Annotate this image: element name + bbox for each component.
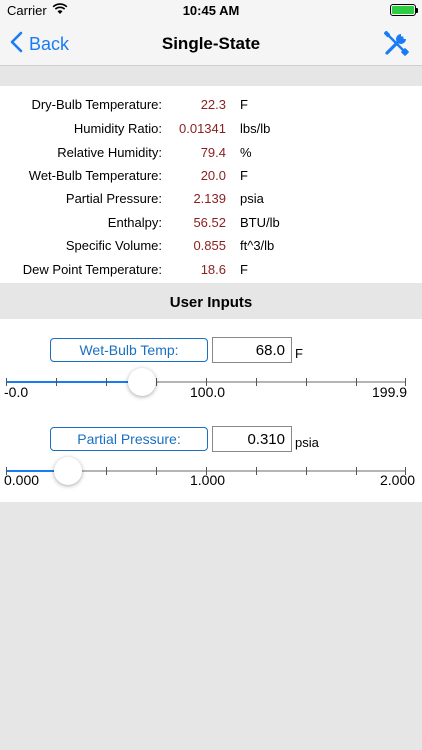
result-unit: lbs/lb (240, 121, 271, 136)
slider-tick (306, 378, 307, 386)
wet-bulb-temp-button[interactable]: Wet-Bulb Temp: (50, 338, 208, 362)
result-row: Partial Pressure: 2.139 psia (0, 188, 422, 208)
partial-pressure-unit: psia (295, 435, 319, 450)
slider-tick (106, 378, 107, 386)
wet-bulb-temp-input[interactable] (212, 337, 292, 363)
result-value: 22.3 (200, 97, 226, 112)
slider-tick (256, 378, 257, 386)
result-unit: psia (240, 191, 264, 206)
slider-fill (6, 381, 143, 383)
result-label: Humidity Ratio: (73, 121, 162, 136)
inputs-section-header: User Inputs (0, 283, 422, 319)
result-row: Specific Volume: 0.855 ft^3/lb (0, 235, 422, 255)
result-row: Relative Humidity: 79.4 % (0, 142, 422, 162)
slider-tick (156, 378, 157, 386)
result-row: Dry-Bulb Temperature: 22.3 F (0, 94, 422, 114)
tools-button[interactable] (382, 30, 410, 58)
result-unit: % (240, 145, 252, 160)
result-value: 0.855 (193, 238, 226, 253)
result-label: Partial Pressure: (65, 191, 162, 206)
battery-icon (390, 4, 418, 16)
result-label: Specific Volume: (65, 238, 162, 253)
slider-max-label: 2.000 (380, 472, 416, 488)
slider-tick (56, 378, 57, 386)
status-bar: Carrier 10:45 AM (0, 0, 422, 22)
result-label: Wet-Bulb Temperature: (28, 168, 162, 183)
result-unit: F (240, 262, 248, 277)
partial-pressure-button[interactable]: Partial Pressure: (50, 427, 208, 451)
slider-mid-label: 100.0 (190, 384, 226, 400)
status-time: 10:45 AM (182, 3, 240, 18)
slider-tick (106, 467, 107, 475)
result-value: 2.139 (193, 191, 226, 206)
result-row: Enthalpy: 56.52 BTU/lb (0, 212, 422, 232)
page-title: Single-State (161, 34, 261, 53)
wet-bulb-temp-unit: F (295, 346, 303, 361)
result-label: Enthalpy: (107, 215, 162, 230)
result-value: 0.01341 (179, 121, 226, 136)
slider-max-label: 199.9 (372, 384, 408, 400)
result-label: Dry-Bulb Temperature: (31, 97, 162, 112)
slider-tick (256, 467, 257, 475)
slider-tick (306, 467, 307, 475)
results-panel: Dry-Bulb Temperature: 22.3 F Humidity Ra… (0, 86, 422, 283)
result-label: Relative Humidity: (57, 145, 162, 160)
slider-min-label: 0.000 (4, 472, 40, 488)
navigation-bar: Back Single-State (0, 22, 422, 66)
result-value: 20.0 (200, 168, 226, 183)
result-value: 56.52 (193, 215, 226, 230)
result-unit: F (240, 97, 248, 112)
result-row: Wet-Bulb Temperature: 20.0 F (0, 165, 422, 185)
slider-tick (356, 467, 357, 475)
result-unit: BTU/lb (240, 215, 280, 230)
slider-tick (356, 378, 357, 386)
slider-mid-label: 1.000 (190, 472, 226, 488)
slider-min-label: -0.0 (4, 384, 29, 400)
result-label: Dew Point Temperature: (22, 262, 162, 277)
slider-thumb[interactable] (54, 457, 82, 485)
slider-thumb[interactable] (128, 368, 157, 396)
result-unit: ft^3/lb (240, 238, 275, 253)
partial-pressure-input[interactable] (212, 426, 292, 452)
result-unit: F (240, 168, 248, 183)
wrench-screwdriver-icon (383, 30, 409, 56)
result-value: 79.4 (200, 145, 226, 160)
slider-tick (156, 467, 157, 475)
result-value: 18.6 (200, 262, 226, 277)
result-row: Humidity Ratio: 0.01341 lbs/lb (0, 118, 422, 138)
inputs-panel: Wet-Bulb Temp: F -0.0 100.0 199.9 Partia… (0, 319, 422, 502)
result-row: Dew Point Temperature: 18.6 F (0, 259, 422, 279)
